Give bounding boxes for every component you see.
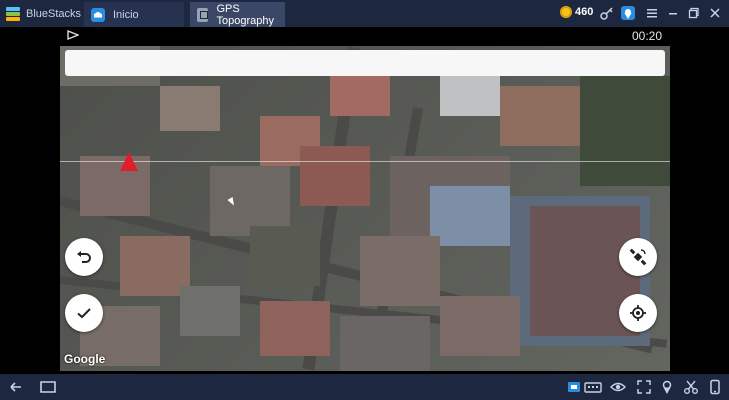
undo-button[interactable] [65,238,103,276]
undo-icon [77,251,91,263]
scissors-icon[interactable] [683,379,699,395]
map-building [330,76,390,116]
app-name: BlueStacks [26,7,82,20]
location-badge-icon[interactable] [621,6,635,20]
map-trees [250,226,320,286]
satellite-map[interactable] [60,46,670,371]
map-building [430,186,510,246]
my-location-button[interactable] [619,294,657,332]
gps-app-icon [197,7,209,22]
map-building [160,86,220,131]
bottom-navigation-bar [0,374,729,400]
fullscreen-icon[interactable] [636,379,652,395]
map-building [440,76,500,116]
google-attribution: Google [64,352,106,366]
coins-counter[interactable]: 460 [560,6,593,18]
map-building [440,296,520,356]
tab-inicio-label: Inicio [113,8,139,21]
confirm-button[interactable] [65,294,103,332]
location-marker-icon[interactable] [120,152,138,171]
map-building [340,316,430,371]
play-store-icon [67,30,79,40]
satellite-toggle-button[interactable] [619,238,657,276]
measure-line [60,161,670,162]
app-brand: BlueStacks [6,5,81,22]
coins-value: 460 [575,6,594,18]
bluestacks-logo-icon [6,6,20,21]
window-titlebar: BlueStacks Inicio GPS Topography 460 [0,0,729,27]
tab-inicio[interactable]: Inicio [84,2,184,27]
map-building [500,86,580,146]
map-top-bar[interactable] [65,50,665,76]
tab-gps-label: GPS Topography [216,2,274,27]
check-icon [77,308,91,319]
satellite-icon [629,248,647,266]
minimize-icon[interactable] [666,6,680,20]
map-building [260,301,330,356]
coin-icon [560,6,572,18]
tab-gps-topography[interactable]: GPS Topography [190,2,285,27]
keyboard-toggle-icon[interactable] [566,379,582,395]
restore-icon[interactable] [687,6,701,20]
phone-rotate-icon[interactable] [707,379,723,395]
map-building [180,286,240,336]
map-building [300,146,370,206]
home-nav-icon[interactable] [38,379,58,395]
map-trees [580,76,670,186]
eye-icon[interactable] [610,379,626,395]
close-icon[interactable] [708,6,722,20]
crosshair-icon [630,305,646,321]
key-icon[interactable] [600,6,614,20]
map-building [80,156,150,216]
keyboard-icon[interactable] [584,379,602,395]
map-building [360,236,440,306]
status-clock: 00:20 [632,29,663,43]
back-icon[interactable] [8,379,24,395]
location-icon[interactable] [659,379,675,395]
home-icon [91,7,105,22]
menu-icon[interactable] [645,6,659,20]
